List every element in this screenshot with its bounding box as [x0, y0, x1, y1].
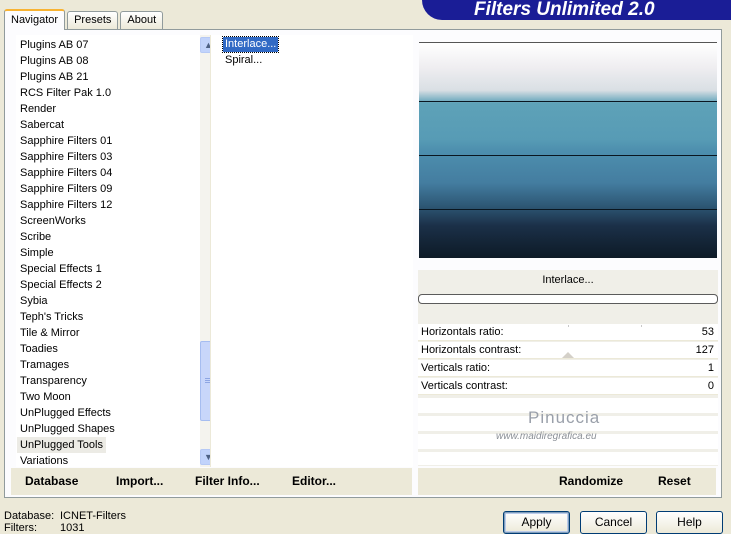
category-item[interactable]: Two Moon — [17, 389, 74, 405]
category-item[interactable]: Transparency — [17, 373, 90, 389]
preview-line — [419, 209, 717, 210]
param-label: Verticals contrast: — [421, 380, 508, 392]
param-label: Horizontals contrast: — [421, 344, 522, 356]
slider-tick — [568, 325, 569, 327]
param-verticals-ratio[interactable]: Verticals ratio: 1 — [418, 360, 718, 377]
filter-item-spiral[interactable]: Spiral... — [223, 53, 264, 68]
category-item[interactable]: Sapphire Filters 09 — [17, 181, 115, 197]
progress-bar — [418, 294, 718, 304]
category-item[interactable]: UnPlugged Effects — [17, 405, 114, 421]
category-item[interactable]: Tile & Mirror — [17, 325, 82, 341]
param-horizontals-ratio[interactable]: Horizontals ratio: 53 — [418, 324, 718, 341]
category-item[interactable]: Sapphire Filters 03 — [17, 149, 115, 165]
preview-image — [419, 42, 717, 258]
category-item[interactable]: Scribe — [17, 229, 54, 245]
preview-line — [419, 155, 717, 156]
category-item[interactable]: Sabercat — [17, 117, 67, 133]
watermark-name: Pinuccia — [528, 408, 601, 427]
category-list[interactable]: Plugins AB 07 Plugins AB 08 Plugins AB 21 R… — [16, 35, 211, 467]
category-item[interactable]: Plugins AB 07 — [17, 37, 92, 53]
filter-title: Interlace... — [542, 274, 594, 286]
param-empty-row — [418, 452, 718, 465]
preview-line — [419, 101, 717, 102]
tab-bar: Navigator Presets About — [4, 8, 165, 30]
cancel-button[interactable]: Cancel — [580, 511, 647, 534]
watermark-site: www.maidiregrafica.eu — [496, 431, 597, 442]
category-item[interactable]: Sapphire Filters 04 — [17, 165, 115, 181]
status-database-value: ICNET-Filters — [60, 510, 126, 522]
category-item[interactable]: Variations — [17, 453, 71, 467]
filter-info-button[interactable]: Filter Info... — [195, 474, 260, 488]
status-filters-value: 1031 — [60, 522, 85, 534]
category-item[interactable]: Plugins AB 21 — [17, 69, 92, 85]
status-info: Database: ICNET-Filters Filters: 1031 — [4, 510, 126, 534]
param-verticals-contrast[interactable]: Verticals contrast: 0 — [418, 378, 718, 395]
import-button[interactable]: Import... — [116, 474, 163, 488]
app-banner: Filters Unlimited 2.0 — [422, 0, 731, 20]
randomize-button[interactable]: Randomize — [559, 474, 623, 488]
status-database-label: Database: — [4, 510, 55, 522]
filter-item-interlace[interactable]: Interlace... — [221, 36, 280, 53]
database-button[interactable]: Database — [25, 474, 78, 488]
bottom-action-bar: Database Import... Filter Info... Editor… — [11, 468, 716, 495]
slider-tick — [641, 325, 642, 327]
category-item[interactable]: ScreenWorks — [17, 213, 89, 229]
param-value: 1 — [707, 362, 714, 374]
tab-navigator[interactable]: Navigator — [4, 9, 66, 30]
category-item[interactable]: UnPlugged Shapes — [17, 421, 118, 437]
category-item[interactable]: RCS Filter Pak 1.0 — [17, 85, 114, 101]
category-item[interactable]: Sybia — [17, 293, 51, 309]
parameters-panel: Interlace... Horizontals ratio: 53 Horiz… — [418, 270, 718, 466]
filter-list[interactable]: Interlace... Spiral... — [210, 35, 413, 467]
editor-button[interactable]: Editor... — [292, 474, 336, 488]
category-item[interactable]: Plugins AB 08 — [17, 53, 92, 69]
param-label: Horizontals ratio: — [421, 326, 504, 338]
banner-title: Filters Unlimited 2.0 — [474, 0, 655, 20]
category-item[interactable]: Sapphire Filters 01 — [17, 133, 115, 149]
param-value: 127 — [695, 344, 714, 356]
category-item[interactable]: Simple — [17, 245, 57, 261]
help-button[interactable]: Help — [656, 511, 723, 534]
status-filters-label: Filters: — [4, 522, 37, 534]
param-horizontals-contrast[interactable]: Horizontals contrast: 127 — [418, 342, 718, 359]
category-item[interactable]: Special Effects 1 — [17, 261, 105, 277]
category-item[interactable]: Sapphire Filters 12 — [17, 197, 115, 213]
tab-presets[interactable]: Presets — [67, 11, 119, 29]
navigator-panel: Plugins AB 07 Plugins AB 08 Plugins AB 21 R… — [4, 29, 722, 498]
category-item[interactable]: Teph's Tricks — [17, 309, 86, 325]
category-item[interactable]: Special Effects 2 — [17, 277, 105, 293]
param-label: Verticals ratio: — [421, 362, 491, 374]
param-value: 53 — [701, 326, 714, 338]
slider-thumb[interactable] — [562, 352, 574, 358]
param-value: 0 — [707, 380, 714, 392]
reset-button[interactable]: Reset — [658, 474, 691, 488]
apply-button[interactable]: Apply — [503, 511, 570, 534]
tab-about[interactable]: About — [120, 11, 164, 29]
category-item[interactable]: UnPlugged Tools — [17, 437, 106, 453]
category-item[interactable]: Toadies — [17, 341, 61, 357]
category-item[interactable]: Tramages — [17, 357, 72, 373]
category-item[interactable]: Render — [17, 101, 59, 117]
